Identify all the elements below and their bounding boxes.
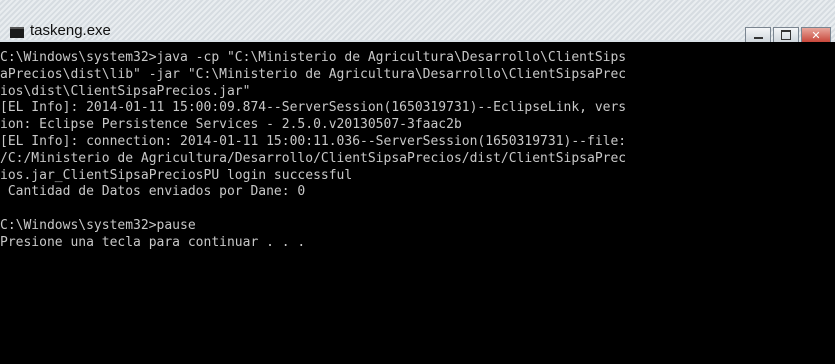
minimize-icon: [753, 37, 763, 39]
console-text: C:\Windows\system32>java -cp "C:\Ministe…: [0, 50, 835, 252]
console-line: ion: Eclipse Persistence Services - 2.5.…: [0, 117, 462, 133]
console-line: C:\Windows\system32>java -cp "C:\Ministe…: [0, 50, 627, 65]
console-line: ios\dist\ClientSipsaPrecios.jar": [0, 83, 251, 99]
console-line: Presione una tecla para continuar . . .: [0, 234, 306, 250]
console-line: [EL Info]: connection: 2014-01-11 15:00:…: [0, 133, 627, 149]
console-window: taskeng.exe ✕ C:\Windows\system32>java -…: [0, 0, 835, 364]
console-line: /C:/Ministerio de Agricultura/Desarrollo…: [0, 150, 627, 166]
window-controls: ✕: [745, 27, 831, 43]
console-line: Cantidad de Datos enviados por Dane: 0: [0, 184, 306, 200]
console-line: [EL Info]: 2014-01-11 15:00:09.874--Serv…: [0, 100, 627, 116]
close-button[interactable]: ✕: [801, 27, 831, 43]
console-output[interactable]: C:\Windows\system32>java -cp "C:\Ministe…: [0, 42, 835, 364]
console-line: C:\Windows\system32>pause: [0, 217, 196, 233]
console-line: aPrecios\dist\lib" -jar "C:\Ministerio d…: [0, 66, 627, 82]
title-bar[interactable]: taskeng.exe ✕: [0, 0, 835, 43]
window-title: taskeng.exe: [30, 22, 111, 39]
maximize-icon: [781, 30, 791, 40]
close-icon: ✕: [811, 28, 821, 42]
console-line: ios.jar_ClientSipsaPreciosPU login succe…: [0, 167, 353, 183]
maximize-button[interactable]: [773, 27, 799, 43]
minimize-button[interactable]: [745, 27, 771, 43]
console-app-icon: [10, 27, 24, 38]
